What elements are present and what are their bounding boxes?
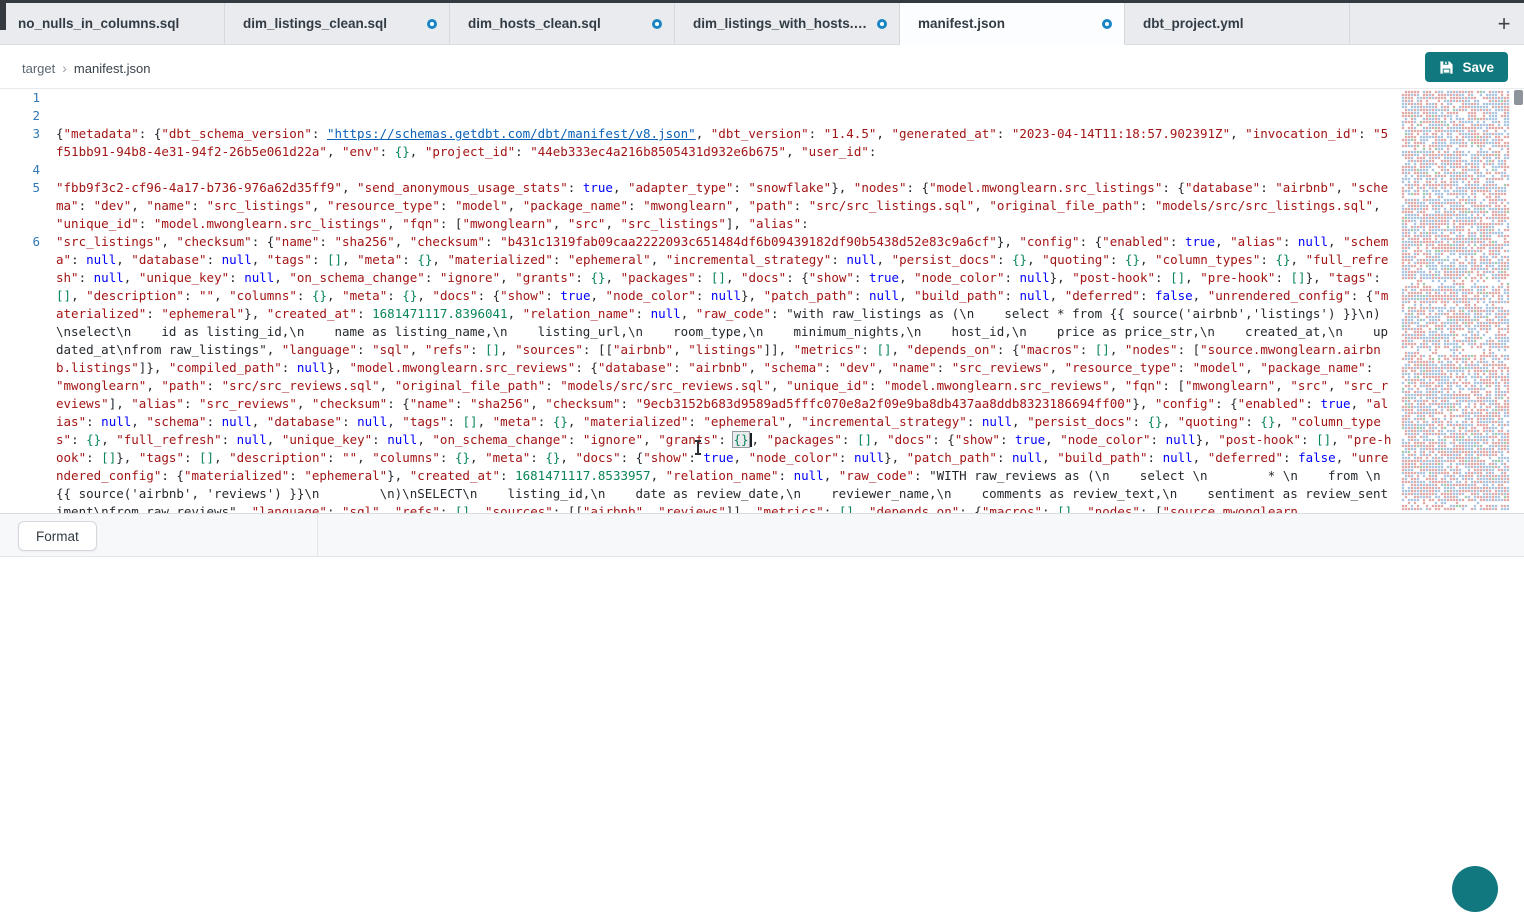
scrollbar-thumb[interactable] — [1514, 90, 1523, 105]
line-number: 1 — [0, 89, 56, 107]
save-button[interactable]: Save — [1425, 52, 1508, 82]
line-number: 5 — [0, 179, 56, 233]
results-panel — [0, 557, 1524, 875]
matched-bracket: {} — [733, 432, 748, 447]
code-line-text[interactable] — [56, 161, 1400, 179]
code-line[interactable]: 5"fbb9f3c2-cf96-4a17-b736-976a62d35ff9",… — [0, 179, 1400, 233]
unsaved-dot-icon — [877, 19, 887, 29]
tab-no-nulls-in-columns-sql[interactable]: no_nulls_in_columns.sql — [0, 3, 225, 45]
unsaved-dot-icon — [652, 19, 662, 29]
text-caret — [750, 433, 752, 447]
line-number: 6 — [0, 233, 56, 513]
tab-label: dbt_project.yml — [1143, 16, 1337, 31]
breadcrumb-separator-icon: › — [62, 60, 67, 76]
tab-label: no_nulls_in_columns.sql — [18, 16, 212, 31]
mouse-cursor-ibeam — [697, 441, 699, 454]
editor-scrollbar[interactable] — [1513, 89, 1524, 513]
tab-bar-filler: + — [1350, 3, 1524, 45]
line-number: 3 — [0, 125, 56, 161]
tab-label: dim_listings_clean.sql — [243, 16, 419, 31]
breadcrumb-segment-manifest-json: manifest.json — [74, 61, 151, 76]
code-line[interactable]: 3{"metadata": {"dbt_schema_version": "ht… — [0, 125, 1400, 161]
code-line-text[interactable]: "src_listings", "checksum": {"name": "sh… — [56, 233, 1400, 513]
top-edge-strip — [0, 0, 1524, 3]
panel-divider — [317, 514, 318, 556]
code-pane[interactable]: 123{"metadata": {"dbt_schema_version": "… — [0, 89, 1400, 513]
tab-dbt-project-yml[interactable]: dbt_project.yml — [1125, 3, 1350, 45]
left-edge-strip — [0, 0, 6, 30]
code-line-text[interactable]: {"metadata": {"dbt_schema_version": "htt… — [56, 125, 1400, 161]
minimap[interactable] — [1400, 89, 1513, 513]
code-line-text[interactable] — [56, 107, 1400, 125]
code-line[interactable]: 4 — [0, 161, 1400, 179]
tab-dim-listings-with-hosts-sql[interactable]: dim_listings_with_hosts.sql — [675, 3, 900, 45]
tab-manifest-json[interactable]: manifest.json — [900, 3, 1125, 45]
bottom-toolbar: Format — [0, 513, 1524, 557]
save-icon — [1439, 60, 1454, 75]
code-editor[interactable]: 123{"metadata": {"dbt_schema_version": "… — [0, 89, 1524, 513]
code-line[interactable]: 1 — [0, 89, 1400, 107]
breadcrumb-bar: target › manifest.json Save — [0, 45, 1524, 89]
save-label: Save — [1462, 60, 1494, 75]
tab-label: dim_listings_with_hosts.sql — [693, 16, 869, 31]
code-line[interactable]: 6"src_listings", "checksum": {"name": "s… — [0, 233, 1400, 513]
code-line[interactable]: 2 — [0, 107, 1400, 125]
format-button[interactable]: Format — [18, 521, 97, 551]
tab-label: manifest.json — [918, 16, 1094, 31]
tab-bar: no_nulls_in_columns.sql dim_listings_clea… — [0, 3, 1524, 45]
tab-label: dim_hosts_clean.sql — [468, 16, 644, 31]
new-tab-button[interactable]: + — [1484, 4, 1524, 44]
breadcrumb: target › manifest.json — [22, 60, 151, 76]
code-line-text[interactable] — [56, 89, 1400, 107]
code-line-text[interactable]: "fbb9f3c2-cf96-4a17-b736-976a62d35ff9", … — [56, 179, 1400, 233]
help-fab[interactable] — [1452, 866, 1498, 912]
line-number: 4 — [0, 161, 56, 179]
tab-dim-hosts-clean-sql[interactable]: dim_hosts_clean.sql — [450, 3, 675, 45]
tab-dim-listings-clean-sql[interactable]: dim_listings_clean.sql — [225, 3, 450, 45]
breadcrumb-segment-target[interactable]: target — [22, 61, 55, 76]
unsaved-dot-icon — [1102, 19, 1112, 29]
unsaved-dot-icon — [427, 19, 437, 29]
line-number: 2 — [0, 107, 56, 125]
